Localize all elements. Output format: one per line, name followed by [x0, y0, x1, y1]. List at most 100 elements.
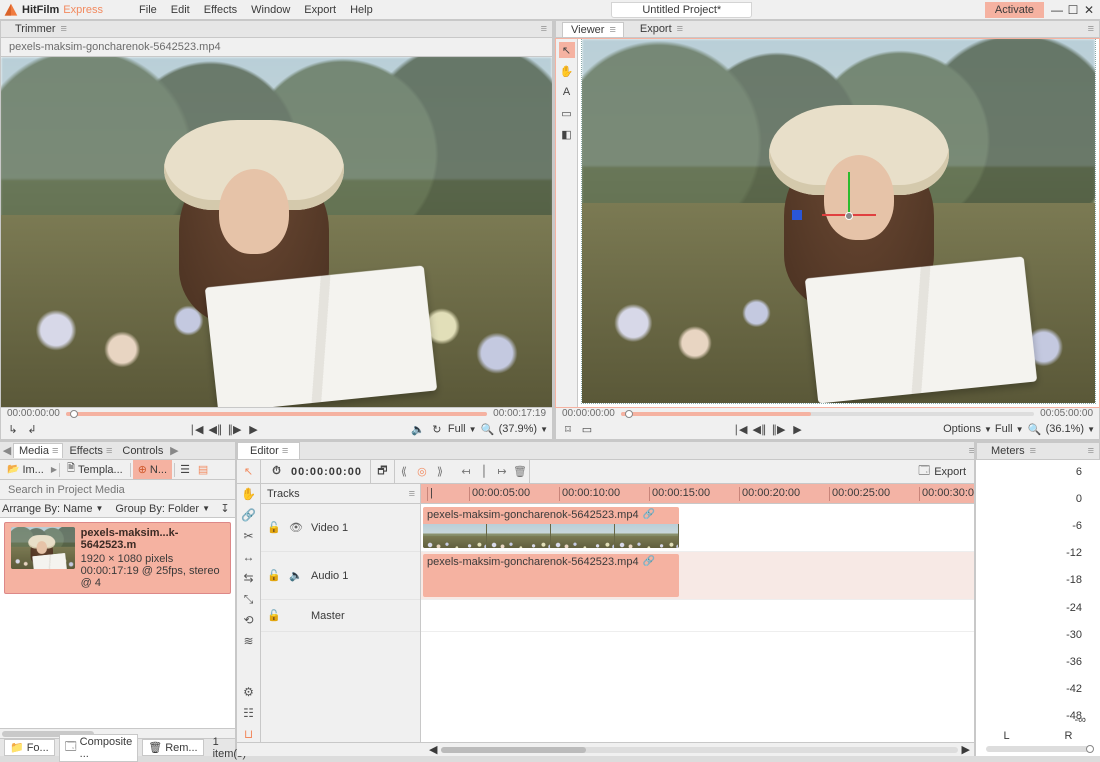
- close-icon[interactable]: ✕: [1082, 3, 1096, 17]
- color-tool-icon[interactable]: ◧: [559, 126, 575, 142]
- viewer-preview[interactable]: ↖ ✋ A ▭ ◧: [555, 38, 1100, 408]
- transform-gizmo[interactable]: [822, 172, 876, 216]
- export-tab[interactable]: Export ≡: [632, 22, 690, 36]
- nudge-right-icon[interactable]: ↦: [493, 465, 511, 478]
- play-icon[interactable]: ▶: [790, 421, 806, 437]
- speaker-icon[interactable]: 🔈: [289, 569, 301, 582]
- step-fwd-icon[interactable]: ∥▶: [226, 421, 242, 437]
- media-search[interactable]: [0, 480, 235, 500]
- scroll-left-icon[interactable]: ◀: [2, 444, 12, 457]
- rate-tool-icon[interactable]: ≋: [241, 633, 257, 649]
- jump-end-icon[interactable]: ⟫: [431, 465, 449, 478]
- tab-effects[interactable]: Effects ≡: [64, 444, 116, 458]
- prev-frame-icon[interactable]: ∣◀: [733, 421, 749, 437]
- delete-icon[interactable]: 🗑: [511, 465, 529, 478]
- import-button[interactable]: 📂 Im...: [2, 461, 49, 479]
- razor-tool-icon[interactable]: ✂: [241, 528, 257, 544]
- timecode-mode-icon[interactable]: ⏱: [269, 464, 285, 480]
- viewer-tab[interactable]: Viewer ≡: [562, 22, 624, 37]
- jump-start-icon[interactable]: ⟪: [395, 465, 413, 478]
- playhead-icon[interactable]: ◎: [413, 465, 431, 478]
- set-out-icon[interactable]: ↲: [24, 421, 40, 437]
- menu-window[interactable]: Window: [245, 2, 296, 18]
- play-icon[interactable]: ▶: [245, 421, 261, 437]
- media-item[interactable]: pexels-maksim...k-5642523.m 1920 × 1080 …: [4, 522, 231, 594]
- lock-icon[interactable]: 🔓: [267, 569, 279, 582]
- track-audio1[interactable]: 🔓 🔈 Audio 1: [261, 552, 420, 600]
- snap-icon[interactable]: ⊔: [241, 726, 257, 742]
- track-video1[interactable]: 🔓 👁 Video 1: [261, 504, 420, 552]
- frame-mode-icon[interactable]: 🗗: [374, 464, 390, 480]
- hand-tool-icon[interactable]: ✋: [241, 486, 257, 502]
- split-icon[interactable]: ⎮: [475, 465, 493, 478]
- roll-tool-icon[interactable]: ⟲: [241, 612, 257, 628]
- slide-tool-icon[interactable]: ⇆: [241, 570, 257, 586]
- lane-audio1[interactable]: pexels-maksim-goncharenok-5642523.mp4 🔗: [421, 552, 974, 600]
- composite-chip[interactable]: 🗔 Composite ...: [59, 734, 139, 762]
- timeline-lanes[interactable]: | 00:00:05:00 00:00:10:00 00:00:15:00 00…: [421, 484, 974, 742]
- options-button[interactable]: Options: [943, 423, 981, 435]
- snapshot-icon[interactable]: ▭: [579, 421, 595, 437]
- settings-icon[interactable]: ⚙: [241, 684, 257, 700]
- zoom-icon[interactable]: 🔍: [480, 421, 496, 437]
- group-dropdown[interactable]: Folder▼: [168, 503, 210, 515]
- adjust-icon[interactable]: ☷: [241, 705, 257, 721]
- sort-toggle-icon[interactable]: ↧: [217, 501, 233, 517]
- timeline-zoom[interactable]: ◀▶: [237, 742, 974, 756]
- set-in-icon[interactable]: ↳: [5, 421, 21, 437]
- list-view-icon[interactable]: ☰: [177, 462, 193, 478]
- menu-effects[interactable]: Effects: [198, 2, 243, 18]
- select-tool-icon[interactable]: ↖: [244, 465, 253, 478]
- text-tool-icon[interactable]: A: [559, 84, 575, 100]
- new-button[interactable]: ⊕ N...: [133, 460, 172, 479]
- meter-slider[interactable]: [986, 746, 1090, 752]
- tab-media[interactable]: Media ≡: [13, 443, 63, 458]
- tracks-menu-icon[interactable]: ≡: [409, 488, 414, 500]
- loop-icon[interactable]: ↻: [429, 421, 445, 437]
- slip-tool-icon[interactable]: ↔: [241, 549, 257, 565]
- templates-button[interactable]: 🗎 Templa...: [62, 458, 128, 481]
- lane-master[interactable]: [421, 600, 974, 632]
- step-fwd-icon[interactable]: ∥▶: [771, 421, 787, 437]
- panel-menu-icon[interactable]: ≡: [1088, 23, 1093, 35]
- clip-video[interactable]: pexels-maksim-goncharenok-5642523.mp4 🔗: [423, 507, 679, 548]
- minimize-icon[interactable]: —: [1050, 3, 1064, 17]
- mask-tool-icon[interactable]: ▭: [559, 105, 575, 121]
- step-back-icon[interactable]: ◀∥: [207, 421, 223, 437]
- timeline-ruler[interactable]: | 00:00:05:00 00:00:10:00 00:00:15:00 00…: [421, 484, 974, 504]
- scale-label[interactable]: Full: [995, 423, 1013, 435]
- grid-view-icon[interactable]: ▤: [195, 462, 211, 478]
- nudge-left-icon[interactable]: ↤: [457, 465, 475, 478]
- trimmer-tab[interactable]: Trimmer ≡: [7, 22, 74, 36]
- editor-tab[interactable]: Editor ≡: [237, 442, 300, 459]
- tab-controls[interactable]: Controls: [117, 444, 168, 458]
- hand-tool-icon[interactable]: ✋: [559, 63, 575, 79]
- select-tool-icon[interactable]: ↖: [559, 42, 575, 58]
- panel-menu-icon[interactable]: ≡: [541, 23, 546, 35]
- safe-zones-icon[interactable]: ⌑: [560, 421, 576, 437]
- volume-icon[interactable]: 🔈: [410, 421, 426, 437]
- activate-button[interactable]: Activate: [985, 2, 1044, 18]
- timeline-export-button[interactable]: 🗔 Export: [910, 460, 974, 483]
- scroll-right-icon[interactable]: ▶: [169, 444, 179, 457]
- link-tool-icon[interactable]: 🔗: [241, 507, 257, 523]
- timecode[interactable]: 00:00:00:00: [291, 466, 362, 478]
- menu-file[interactable]: File: [133, 2, 163, 18]
- lane-video1[interactable]: pexels-maksim-goncharenok-5642523.mp4 🔗: [421, 504, 974, 552]
- prev-frame-icon[interactable]: ∣◀: [188, 421, 204, 437]
- step-back-icon[interactable]: ◀∥: [752, 421, 768, 437]
- lock-icon[interactable]: 🔓: [267, 609, 279, 622]
- scale-label[interactable]: Full: [448, 423, 466, 435]
- menu-export[interactable]: Export: [298, 2, 342, 18]
- clip-audio[interactable]: pexels-maksim-goncharenok-5642523.mp4 🔗: [423, 554, 679, 597]
- menu-edit[interactable]: Edit: [165, 2, 196, 18]
- lock-icon[interactable]: 🔓: [267, 521, 279, 534]
- viewer-scrub[interactable]: 00:00:00:00 00:05:00:00: [556, 408, 1099, 420]
- eye-icon[interactable]: 👁: [289, 521, 301, 534]
- ripple-tool-icon[interactable]: ⤡: [241, 591, 257, 607]
- remove-chip[interactable]: 🗑 Rem...: [142, 739, 203, 756]
- import-more-icon[interactable]: ▶: [51, 465, 57, 474]
- meters-tab[interactable]: Meters ≡: [983, 444, 1043, 458]
- track-master[interactable]: 🔓 Master: [261, 600, 420, 632]
- trimmer-scrub[interactable]: 00:00:00:00 00:00:17:19: [1, 408, 552, 420]
